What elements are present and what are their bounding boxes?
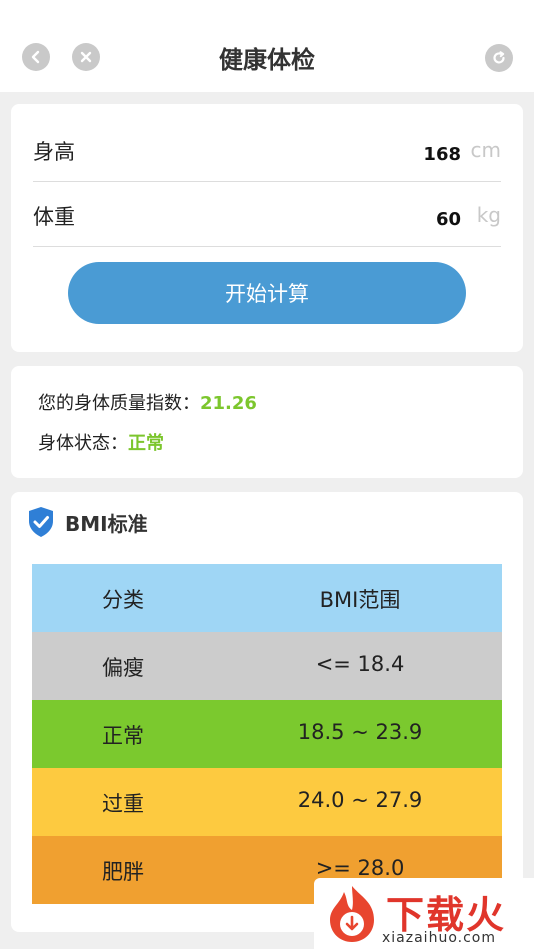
weight-value[interactable]: 60 — [436, 209, 461, 230]
row-category: 肥胖 — [102, 860, 144, 884]
input-card: 身高 168 cm 体重 60 kg 开始计算 — [11, 104, 523, 352]
row-range: <= 18.4 — [315, 652, 405, 676]
watermark-domain: xiazaihuo.com — [382, 930, 496, 946]
status-value: 正常 — [128, 433, 164, 454]
table-row: 偏瘦 <= 18.4 — [32, 632, 502, 700]
watermark: 下载火 xiazaihuo.com — [314, 878, 534, 949]
refresh-button[interactable] — [485, 44, 513, 72]
shield-check-icon — [29, 507, 53, 537]
top-bar: 健康体检 — [0, 0, 534, 92]
height-unit: cm — [470, 138, 501, 162]
row-range: >= 28.0 — [315, 856, 405, 880]
bmi-label: 您的身体质量指数： — [38, 393, 200, 414]
bmi-table: 分类 BMI范围 偏瘦 <= 18.4 正常 18.5 ~ 23.9 过重 24… — [32, 564, 502, 904]
standard-header: BMI标准 — [27, 506, 148, 538]
row-range: 18.5 ~ 23.9 — [297, 720, 423, 744]
standard-title: BMI标准 — [65, 511, 148, 536]
header-category: 分类 — [102, 588, 144, 612]
weight-field[interactable]: 体重 60 kg — [33, 183, 501, 247]
bmi-result: 您的身体质量指数：21.26 — [38, 389, 257, 415]
calculate-button[interactable]: 开始计算 — [68, 262, 466, 324]
height-field[interactable]: 身高 168 cm — [33, 118, 501, 182]
table-row: 正常 18.5 ~ 23.9 — [32, 700, 502, 768]
bmi-value: 21.26 — [200, 393, 257, 414]
row-range: 24.0 ~ 27.9 — [297, 788, 423, 812]
bmi-standard-card: BMI标准 分类 BMI范围 偏瘦 <= 18.4 正常 18.5 ~ 23.9… — [11, 492, 523, 932]
table-row: 过重 24.0 ~ 27.9 — [32, 768, 502, 836]
status-label: 身体状态： — [38, 433, 128, 454]
weight-label: 体重 — [33, 205, 75, 229]
refresh-icon — [493, 51, 505, 64]
height-value[interactable]: 168 — [423, 144, 461, 165]
header-range: BMI范围 — [319, 588, 401, 612]
page-title: 健康体检 — [219, 46, 315, 74]
row-category: 过重 — [102, 792, 144, 816]
row-category: 正常 — [102, 724, 144, 748]
row-category: 偏瘦 — [102, 656, 144, 680]
weight-unit: kg — [476, 203, 501, 227]
flame-download-logo — [330, 886, 374, 942]
status-result: 身体状态：正常 — [38, 429, 164, 455]
table-header-row: 分类 BMI范围 — [32, 564, 502, 632]
height-label: 身高 — [33, 140, 75, 164]
result-card: 您的身体质量指数：21.26 身体状态：正常 — [11, 366, 523, 478]
